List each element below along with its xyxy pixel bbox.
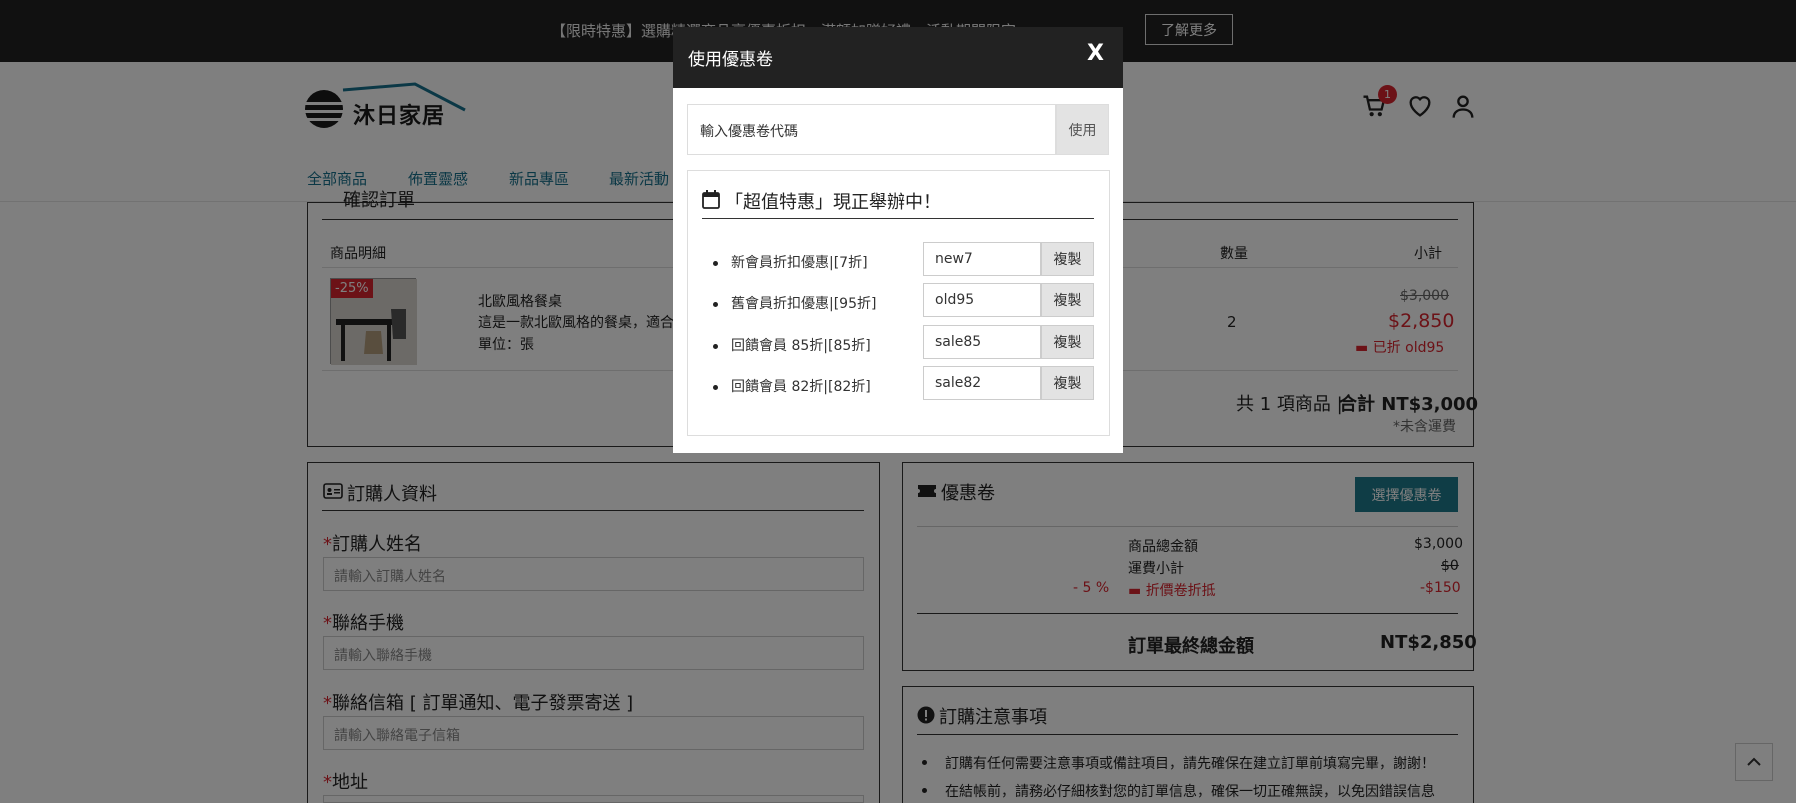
copy-button-new7[interactable]: 複製 [1041, 242, 1094, 276]
coupon-modal: 使用優惠卷 X 輸入優惠卷代碼 使用 「超值特惠」現正舉辦中！ 新會員折扣優惠|… [673, 27, 1123, 453]
bullet [713, 261, 718, 266]
promo-code-sale85[interactable]: sale85 [923, 325, 1041, 359]
divider [702, 218, 1094, 219]
modal-header: 使用優惠卷 X [673, 27, 1123, 88]
apply-coupon-button[interactable]: 使用 [1056, 104, 1109, 155]
bullet [713, 385, 718, 390]
promo-label-sale85: 回饋會員 85折|[85折] [731, 338, 871, 354]
calendar-icon [702, 190, 720, 209]
modal-title: 使用優惠卷 [688, 50, 773, 70]
copy-button-sale85[interactable]: 複製 [1041, 325, 1094, 359]
copy-button-sale82[interactable]: 複製 [1041, 366, 1094, 400]
close-icon[interactable]: X [1087, 41, 1104, 66]
coupon-code-input[interactable]: 輸入優惠卷代碼 [687, 104, 1056, 155]
copy-button-old95[interactable]: 複製 [1041, 283, 1094, 317]
promo-label-new7: 新會員折扣優惠|[7折] [731, 255, 868, 271]
promo-title: 「超值特惠」現正舉辦中！ [725, 192, 941, 213]
promo-label-old95: 舊會員折扣優惠|[95折] [731, 296, 877, 312]
promo-code-new7[interactable]: new7 [923, 242, 1041, 276]
promo-code-old95[interactable]: old95 [923, 283, 1041, 317]
bullet [713, 302, 718, 307]
promo-label-sale82: 回饋會員 82折|[82折] [731, 379, 871, 395]
bullet [713, 344, 718, 349]
promo-code-sale82[interactable]: sale82 [923, 366, 1041, 400]
